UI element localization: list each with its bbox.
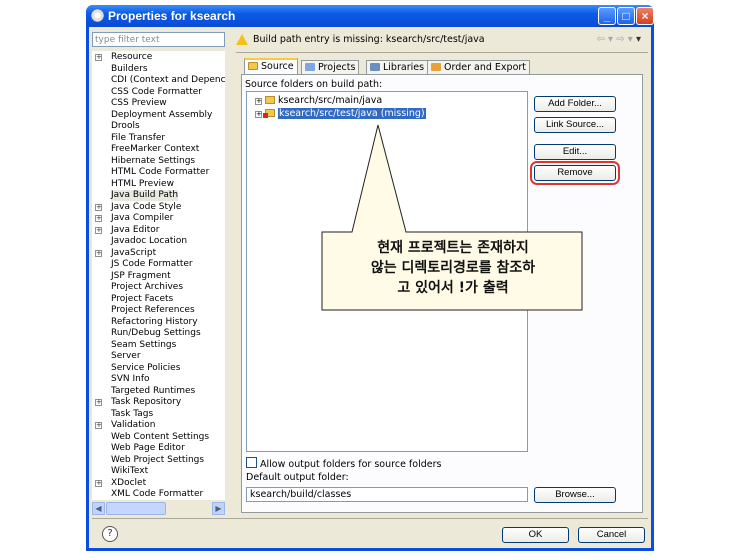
callout-line-1: 현재 프로젝트는 존재하지 bbox=[377, 240, 529, 256]
callout-text: 현재 프로젝트는 존재하지 않는 디렉토리경로를 참조하 고 있어서 !가 출력 bbox=[333, 238, 573, 298]
callout-line-2: 않는 디렉토리경로를 참조하 bbox=[370, 260, 536, 276]
callout-line-3: 고 있어서 !가 출력 bbox=[397, 280, 509, 296]
